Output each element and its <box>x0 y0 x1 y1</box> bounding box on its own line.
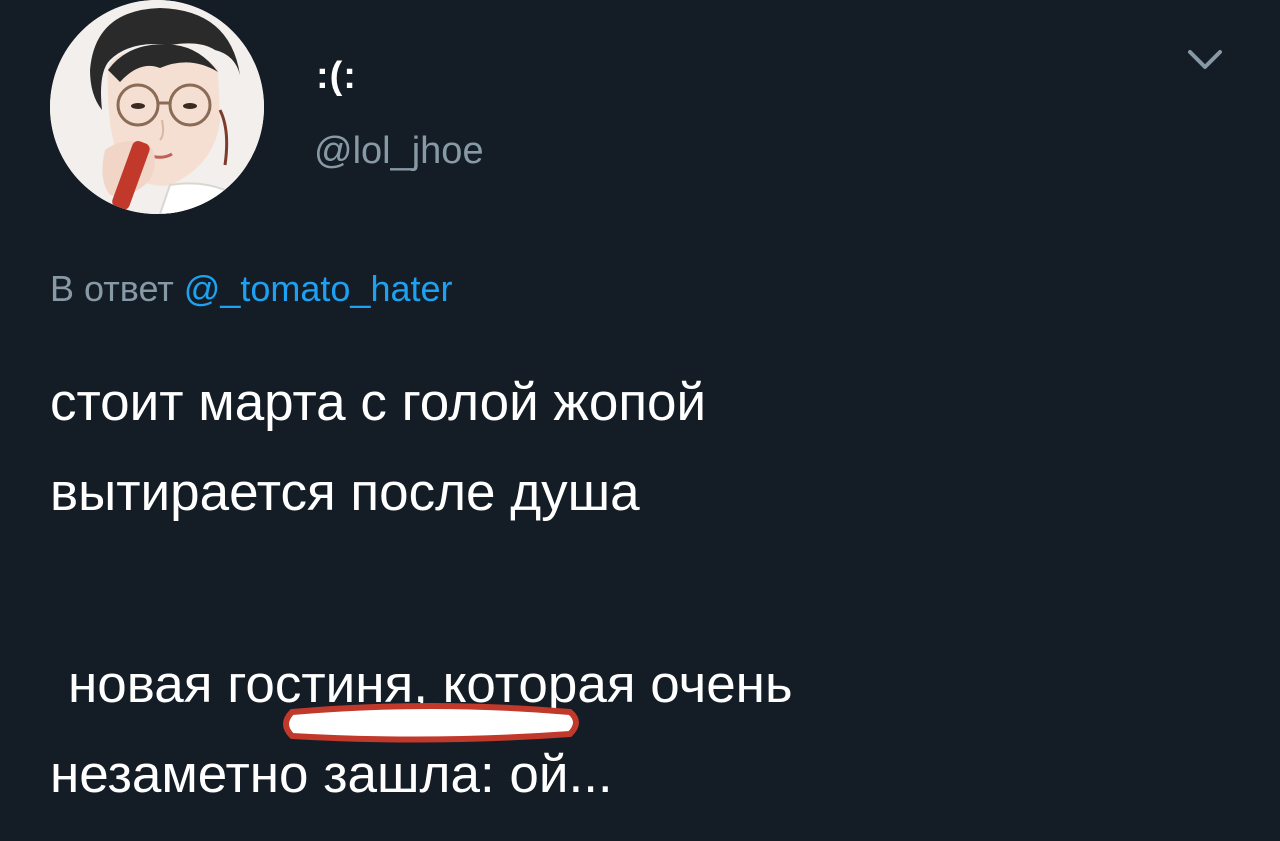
reply-mention-link[interactable]: @_tomato_hater <box>184 268 453 309</box>
avatar[interactable] <box>50 0 264 214</box>
tweet-card: :(: @lol_jhoe В ответ @_tomato_hater сто… <box>0 0 1280 841</box>
tweet-line-1: стоит марта с голой жопой <box>50 373 707 432</box>
reply-prefix: В ответ <box>50 268 174 309</box>
tweet-line-4: незаметно зашла: ой... <box>50 745 613 804</box>
tweet-text: стоит марта с голой жопой вытирается пос… <box>50 358 1230 820</box>
tweet-line-3: новая гостиня, которая очень <box>68 655 793 714</box>
avatar-illustration <box>50 0 264 214</box>
reply-context: В ответ @_tomato_hater <box>50 268 453 310</box>
display-name[interactable]: :(: <box>316 55 357 98</box>
chevron-down-icon[interactable] <box>1180 40 1230 80</box>
tweet-line-2: вытирается после душа <box>50 463 640 522</box>
user-handle[interactable]: @lol_jhoe <box>314 130 484 173</box>
